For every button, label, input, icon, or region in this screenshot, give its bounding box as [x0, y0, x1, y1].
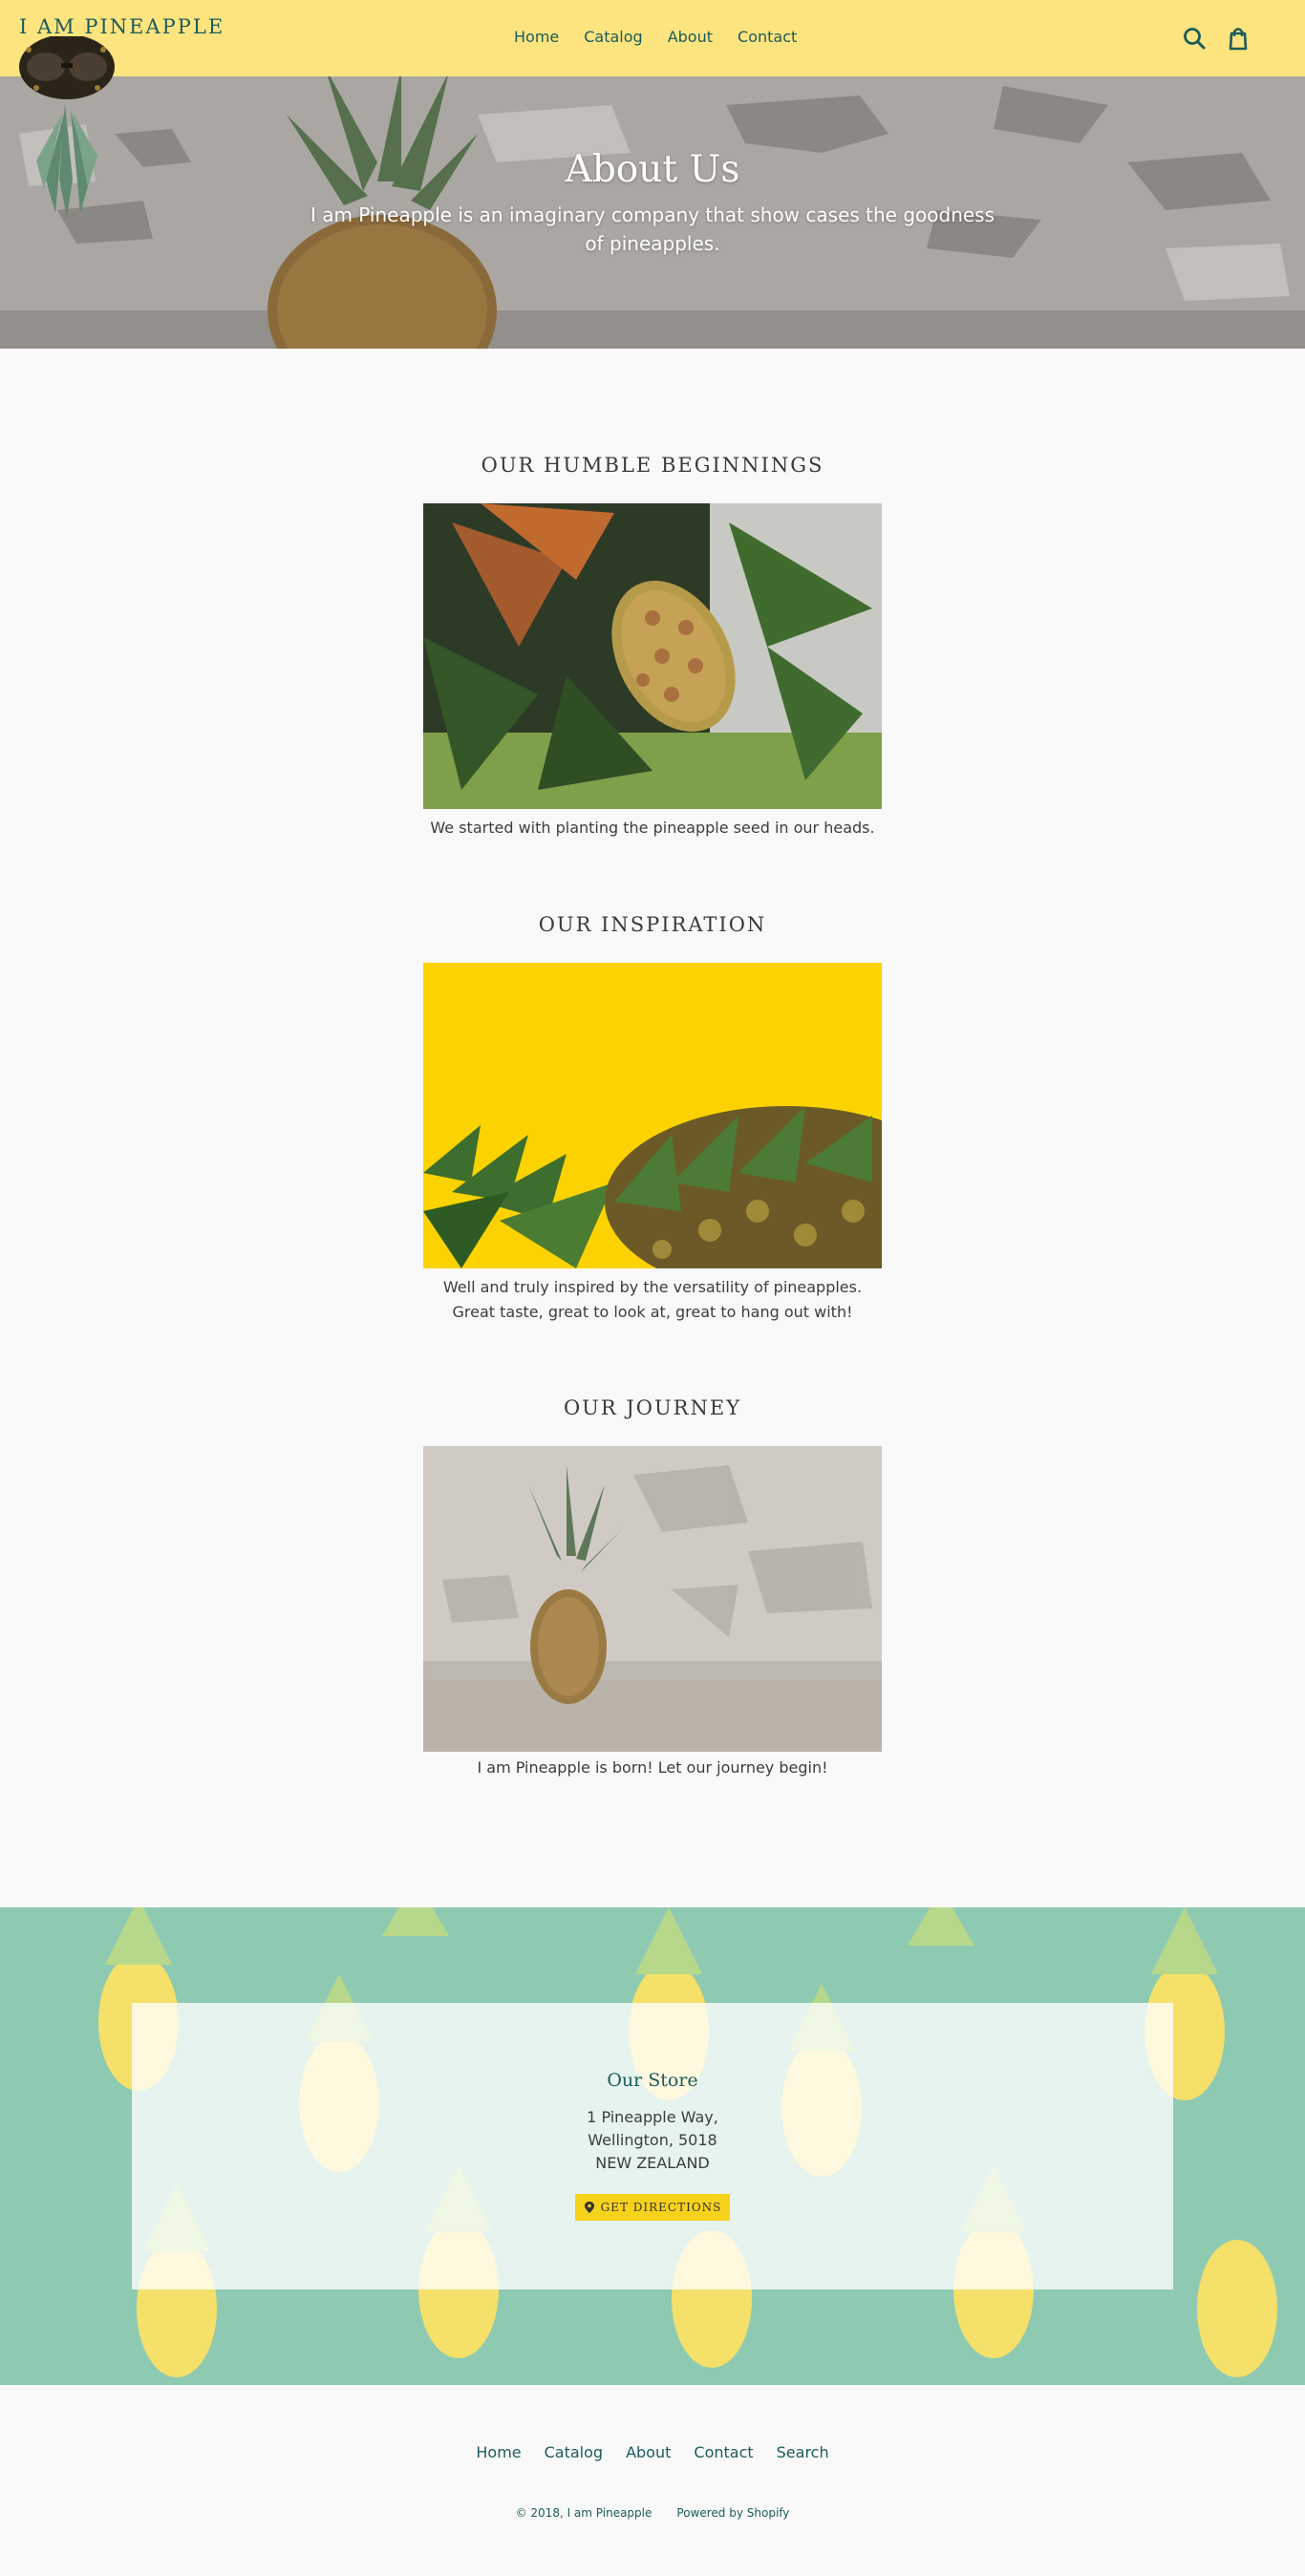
section-title-journey: OUR JOURNEY	[563, 1396, 742, 1419]
store-section: Our Store 1 Pineapple Way, Wellington, 5…	[0, 1907, 1305, 2385]
page-title: About Us	[565, 148, 740, 191]
copyright-text[interactable]: © 2018, I am Pineapple	[516, 2506, 652, 2520]
store-card: Our Store 1 Pineapple Way, Wellington, 5…	[132, 2003, 1173, 2289]
nav-catalog[interactable]: Catalog	[584, 28, 642, 46]
search-icon[interactable]	[1181, 25, 1208, 52]
caption-inspiration: Well and truly inspired by the versatili…	[442, 1278, 863, 1321]
image-pineapples-yellow	[423, 963, 882, 1268]
hero-banner: About Us I am Pineapple is an imaginary …	[0, 76, 1305, 349]
logo-link[interactable]: I AM PINEAPPLE	[19, 15, 225, 38]
footer-link-contact[interactable]: Contact	[694, 2443, 753, 2461]
powered-by-link[interactable]: Powered by Shopify	[676, 2506, 789, 2520]
caption-beginnings: We started with planting the pineapple s…	[430, 819, 875, 837]
site-header: I AM PINEAPPLE Home Catalog About Contac…	[0, 0, 1305, 76]
footer-link-about[interactable]: About	[626, 2443, 671, 2461]
main-nav: Home Catalog About Contact	[514, 28, 797, 46]
image-seed-pod	[423, 503, 882, 809]
nav-home[interactable]: Home	[514, 28, 559, 46]
cart-icon[interactable]	[1225, 25, 1252, 52]
footer-nav: Home Catalog About Contact Search	[0, 2443, 1305, 2461]
logo-pineapple-image	[19, 36, 115, 218]
footer-link-catalog[interactable]: Catalog	[545, 2443, 603, 2461]
footer-link-home[interactable]: Home	[476, 2443, 521, 2461]
store-address: 1 Pineapple Way, Wellington, 5018 NEW ZE…	[587, 2108, 718, 2172]
store-title: Our Store	[607, 2070, 698, 2091]
get-directions-label: GET DIRECTIONS	[600, 2201, 722, 2214]
nav-contact[interactable]: Contact	[738, 28, 797, 46]
nav-about[interactable]: About	[668, 28, 713, 46]
footer-link-search[interactable]: Search	[777, 2443, 829, 2461]
section-title-inspiration: OUR INSPIRATION	[538, 913, 767, 936]
page-subtitle: I am Pineapple is an imaginary company t…	[310, 203, 995, 255]
image-pineapple-wall	[423, 1446, 882, 1752]
section-title-beginnings: OUR HUMBLE BEGINNINGS	[481, 454, 824, 477]
map-pin-icon	[584, 2202, 594, 2213]
caption-journey: I am Pineapple is born! Let our journey …	[477, 1758, 828, 1777]
get-directions-button[interactable]: GET DIRECTIONS	[575, 2194, 730, 2221]
footer-meta: © 2018, I am Pineapple Powered by Shopif…	[0, 2506, 1305, 2520]
